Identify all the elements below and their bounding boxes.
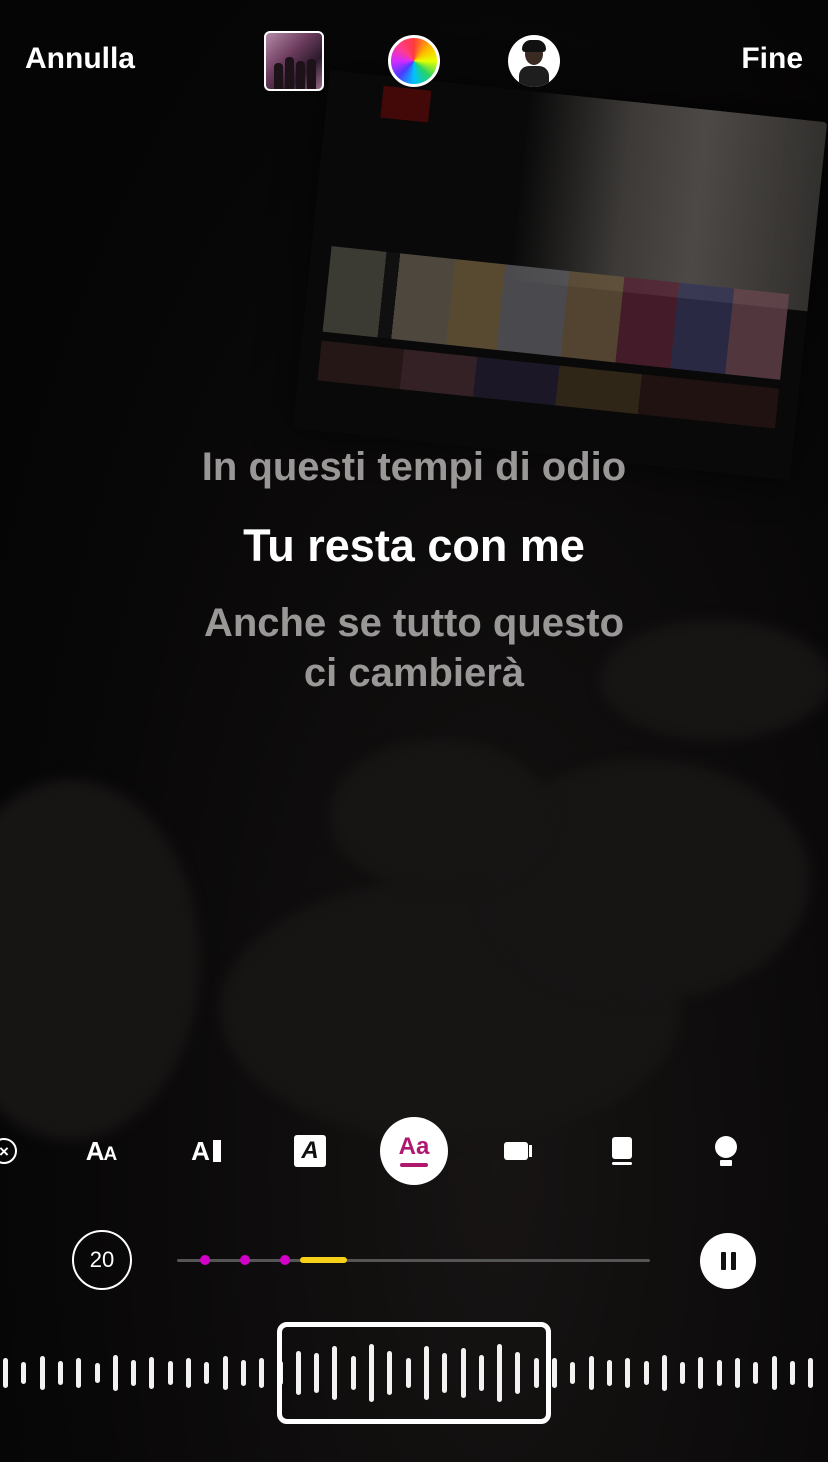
top-bar: Annulla Fine <box>0 0 828 120</box>
lyrics-style-toolbar: × AA A A Aa <box>0 1115 828 1187</box>
color-picker-icon[interactable] <box>388 35 440 87</box>
waveform-bar <box>76 1358 82 1388</box>
waveform-bar <box>661 1355 667 1391</box>
waveform-bar <box>606 1360 612 1386</box>
section-marker <box>240 1255 250 1265</box>
waveform-bar <box>735 1358 740 1388</box>
lightbulb-icon <box>715 1136 737 1166</box>
italic-box-icon: A <box>294 1135 326 1167</box>
waveform-bar <box>112 1355 118 1391</box>
style-selected-button[interactable]: Aa <box>378 1115 450 1187</box>
sticker-stand-icon <box>612 1137 632 1165</box>
selected-style-icon: Aa <box>380 1117 448 1185</box>
duration-button[interactable]: 20 <box>72 1230 132 1290</box>
waveform-bar <box>131 1360 137 1386</box>
waveform-bar <box>588 1356 594 1390</box>
lyric-previous-line: In questi tempi di odio <box>201 445 627 489</box>
style-text-size-button[interactable]: AA <box>65 1115 137 1187</box>
lyric-next-line-1: Anche se tutto questo <box>203 601 625 645</box>
cancel-button[interactable]: Annulla <box>25 42 135 76</box>
lyric-next-line: Anche se tutto questo ci cambierà <box>0 598 828 698</box>
album-cover-thumbnail[interactable] <box>264 31 324 91</box>
lyric-current-line: Tu resta con me <box>243 520 585 571</box>
waveform-bar <box>57 1361 63 1385</box>
waveform-bar <box>3 1358 8 1388</box>
waveform-bar <box>643 1361 649 1385</box>
waveform-bar <box>680 1362 686 1384</box>
waveform-bar <box>94 1363 100 1383</box>
waveform-bar <box>204 1362 210 1384</box>
close-icon: × <box>0 1138 17 1164</box>
text-size-icon: AA <box>85 1135 117 1166</box>
style-bulb-button[interactable] <box>690 1115 762 1187</box>
text-background-icon: A <box>191 1136 221 1167</box>
avatar-sticker-icon[interactable] <box>508 35 560 87</box>
song-progress-track[interactable] <box>177 1255 650 1265</box>
section-marker <box>280 1255 290 1265</box>
selected-clip-highlight <box>299 1257 348 1263</box>
waveform-bar <box>39 1356 45 1390</box>
remove-style-button[interactable]: × <box>0 1115 40 1187</box>
waveform-bar <box>149 1357 155 1389</box>
waveform-bar <box>240 1360 246 1386</box>
waveform-bar <box>552 1358 557 1388</box>
waveform-bar <box>259 1358 265 1388</box>
lyric-next-line-2: ci cambierà <box>303 651 525 695</box>
style-text-background-button[interactable]: A <box>170 1115 242 1187</box>
waveform-bar <box>808 1358 814 1388</box>
done-button[interactable]: Fine <box>741 42 803 76</box>
waveform-bar <box>21 1362 27 1384</box>
style-stand-button[interactable] <box>586 1115 658 1187</box>
waveform-bar <box>771 1356 777 1390</box>
clip-selection-window[interactable] <box>277 1322 551 1424</box>
waveform-bar <box>716 1360 722 1386</box>
camera-icon <box>504 1142 532 1160</box>
pause-button[interactable] <box>700 1233 756 1289</box>
waveform-bar <box>222 1356 228 1390</box>
waveform-bar <box>753 1362 759 1384</box>
style-italic-box-button[interactable]: A <box>274 1115 346 1187</box>
waveform-bar <box>186 1358 191 1388</box>
waveform-bar <box>625 1358 631 1388</box>
waveform-bar <box>789 1361 795 1385</box>
section-marker <box>200 1255 210 1265</box>
style-camera-button[interactable] <box>482 1115 554 1187</box>
waveform-bar <box>167 1361 173 1385</box>
waveform-bar <box>570 1362 576 1384</box>
waveform-bar <box>698 1357 704 1389</box>
